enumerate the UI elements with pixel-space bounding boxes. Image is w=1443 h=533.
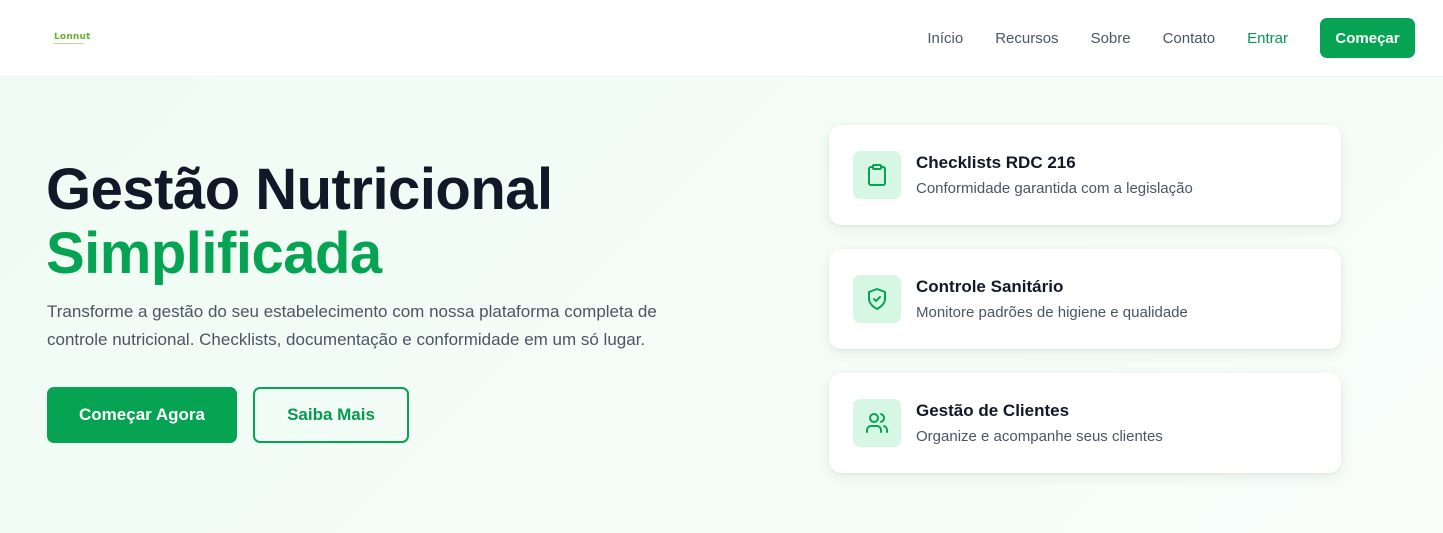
hero-title: Gestão Nutricional Simplificada [46,158,553,286]
feature-card-checklists: Checklists RDC 216 Conformidade garantid… [829,125,1341,225]
top-navbar: Lonnut Início Recursos Sobre Contato Ent… [0,0,1443,77]
hero-title-line1: Gestão Nutricional [46,157,553,222]
brand-logo-underline [54,42,84,44]
feature-subtitle: Conformidade garantida com a legislação [916,180,1193,197]
nav-link-recursos[interactable]: Recursos [995,30,1058,47]
login-link[interactable]: Entrar [1247,30,1288,47]
clipboard-icon [868,164,886,186]
feature-subtitle: Monitore padrões de higiene e qualidade [916,304,1188,321]
brand-logo-text: Lonnut [54,31,91,42]
learn-more-button[interactable]: Saiba Mais [253,387,409,443]
feature-icon-box [853,151,901,199]
feature-card-clients: Gestão de Clientes Organize e acompanhe … [829,373,1341,473]
start-now-button[interactable]: Começar Agora [47,387,237,443]
nav-link-sobre[interactable]: Sobre [1091,30,1131,47]
nav-link-contato[interactable]: Contato [1163,30,1216,47]
feature-title: Gestão de Clientes [916,401,1070,420]
feature-title: Controle Sanitário [916,277,1064,296]
hero-title-line2: Simplificada [46,221,382,286]
start-button[interactable]: Começar [1320,18,1415,58]
feature-title: Checklists RDC 216 [916,153,1076,172]
hero-section: Gestão Nutricional Simplificada Transfor… [0,78,1443,533]
users-icon [866,413,888,433]
brand-logo[interactable]: Lonnut [54,31,91,44]
hero-description: Transforme a gestão do seu estabelecimen… [47,302,657,349]
feature-subtitle: Organize e acompanhe seus clientes [916,428,1163,445]
feature-icon-box [853,275,901,323]
main-nav: Início Recursos Sobre Contato Entrar Com… [927,18,1415,58]
feature-card-sanitary: Controle Sanitário Monitore padrões de h… [829,249,1341,349]
nav-link-inicio[interactable]: Início [927,30,963,47]
feature-icon-box [853,399,901,447]
shield-check-icon [868,288,886,310]
